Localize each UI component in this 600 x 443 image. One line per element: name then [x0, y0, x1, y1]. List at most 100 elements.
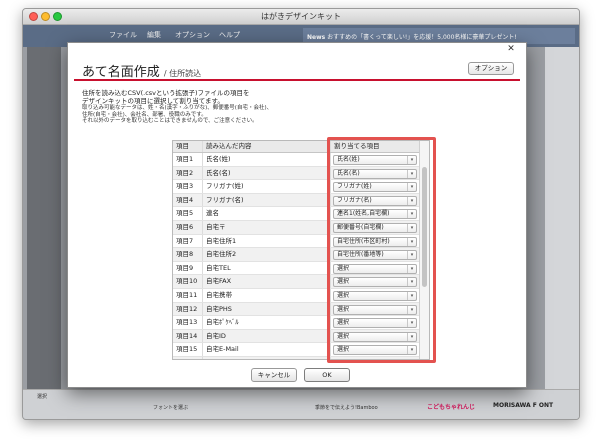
row-assign-cell: 選択 ▾: [331, 343, 419, 356]
chevron-down-icon[interactable]: ▾: [407, 292, 416, 300]
assign-dropdown-value: 選択: [337, 305, 350, 313]
assign-dropdown[interactable]: 氏名(姓) ▾: [333, 155, 417, 165]
table-row: 項目11 自宅携帯 選択 ▾: [173, 289, 429, 303]
assign-dropdown[interactable]: 選択▾: [333, 345, 417, 356]
chevron-down-icon[interactable]: ▾: [407, 224, 416, 232]
scrollbar-thumb[interactable]: [422, 167, 427, 287]
row-item-label: 項目6: [173, 221, 203, 234]
row-item-label: 項目12: [173, 302, 203, 316]
description-line: デザインキットの項目に選択して割り当てます。: [82, 97, 224, 105]
menu-help[interactable]: ヘルプ: [219, 30, 240, 40]
table-header: 項目 読み込んだ内容 割り当てる項目: [173, 141, 429, 153]
table-scrollbar[interactable]: [419, 141, 429, 359]
row-item-label: 項目2: [173, 166, 203, 180]
chevron-down-icon[interactable]: ▾: [407, 156, 416, 164]
row-assign-cell: 自宅住所(市区町村) ▾: [331, 235, 419, 248]
row-assign-cell: 郵便番号(自宅欄) ▾: [331, 221, 419, 234]
row-assign-cell: フリガナ(姓) ▾: [331, 180, 419, 193]
chevron-down-icon[interactable]: ▾: [407, 305, 416, 314]
address-import-dialog: ✕ あて名面作成 / 住所読込 オプション 住所を読み込むCSV(.csvという…: [67, 42, 527, 388]
assign-dropdown-value: 選択: [337, 319, 350, 327]
menu-edit[interactable]: 編集: [147, 30, 161, 40]
row-item-label: 項目15: [173, 343, 203, 356]
select-tab[interactable]: 選択: [37, 393, 47, 400]
row-item-label: 項目16: [173, 357, 203, 359]
assign-dropdown[interactable]: 選択 ▾: [333, 277, 417, 288]
assign-dropdown-value: 選択: [337, 264, 350, 272]
assign-dropdown[interactable]: 選択 ▾: [333, 318, 417, 329]
dialog-description: 住所を読み込むCSV(.csvという拡張子)ファイルの項目を デザインキットの項…: [82, 89, 272, 125]
assign-dropdown-value: 氏名(姓): [337, 156, 360, 163]
row-assign-cell: 選択 ▾: [331, 303, 419, 316]
assign-dropdown[interactable]: フリガナ(姓) ▾: [333, 182, 417, 193]
font-select-label[interactable]: フォントを選ぶ: [153, 404, 188, 411]
assign-dropdown[interactable]: フリガナ(名) ▾: [333, 195, 417, 206]
assign-dropdown[interactable]: 選択 ▾: [333, 331, 417, 342]
row-imported-content: フリガナ(名): [203, 193, 331, 207]
news-label: News: [307, 34, 326, 41]
assign-dropdown[interactable]: 選択 ▾: [333, 263, 417, 274]
chevron-down-icon[interactable]: ▾: [407, 346, 416, 355]
chevron-down-icon[interactable]: ▾: [407, 332, 416, 341]
menu-options[interactable]: オプション: [175, 30, 210, 40]
assign-dropdown[interactable]: 郵便番号(自宅欄) ▾: [333, 223, 417, 233]
row-item-label: 項目3: [173, 180, 203, 193]
table-row: 項目13 自宅ﾎﾟｹﾍﾞﾙ 選択 ▾: [173, 316, 429, 330]
assign-dropdown-value: 自宅住所(番地等): [337, 251, 384, 259]
table-row: 項目16自宅URL選択▾: [173, 357, 429, 360]
right-panel: [545, 47, 579, 419]
row-item-label: 項目8: [173, 248, 203, 261]
chevron-down-icon[interactable]: ▾: [407, 196, 416, 205]
row-imported-content: 自宅PHS: [203, 302, 331, 316]
chevron-down-icon[interactable]: ▾: [407, 278, 416, 287]
chevron-down-icon[interactable]: ▾: [407, 264, 416, 273]
chevron-down-icon[interactable]: ▾: [407, 169, 416, 178]
row-assign-cell: フリガナ(名) ▾: [331, 194, 419, 207]
header-item: 項目: [173, 141, 203, 152]
assign-dropdown[interactable]: 選択▾: [333, 291, 417, 301]
row-imported-content: 自宅携帯: [203, 289, 331, 302]
row-item-label: 項目11: [173, 289, 203, 302]
chevron-down-icon[interactable]: ▾: [407, 251, 416, 260]
table-row: 項目9 自宅TEL 選択 ▾: [173, 261, 429, 276]
row-imported-content: 自宅住所2: [203, 248, 331, 261]
row-item-label: 項目9: [173, 261, 203, 275]
table-row: 項目5 連名 連名1(姓名,自宅欄) ▾: [173, 207, 429, 221]
row-imported-content: 自宅FAX: [203, 275, 331, 288]
row-imported-content: 連名: [203, 207, 331, 220]
option-button[interactable]: オプション: [468, 62, 514, 75]
row-imported-content: 自宅住所1: [203, 234, 331, 248]
menu-file[interactable]: ファイル: [109, 30, 137, 40]
table-row: 項目4 フリガナ(名) フリガナ(名) ▾: [173, 193, 429, 208]
window-titlebar: はがきデザインキット: [23, 9, 579, 25]
header-assign: 割り当てる項目: [334, 142, 380, 150]
table-row: 項目15 自宅E-Mail 選択 ▾: [173, 343, 429, 357]
mapping-table: 項目 読み込んだ内容 割り当てる項目 項目1 氏名(姓) 氏名(姓) ▾ 項目2 氏名(名…: [172, 140, 430, 360]
assign-dropdown-value: 選択: [337, 332, 350, 340]
table-row: 項目14 自宅ID 選択 ▾: [173, 329, 429, 344]
title-divider: [74, 79, 520, 81]
assign-dropdown[interactable]: 連名1(姓名,自宅欄) ▾: [333, 209, 417, 220]
assign-dropdown[interactable]: 選択▾: [333, 359, 417, 360]
row-imported-content: 氏名(名): [203, 166, 331, 180]
close-icon[interactable]: ✕: [504, 43, 518, 55]
row-assign-cell: 選択 ▾: [331, 316, 419, 329]
chevron-down-icon[interactable]: ▾: [407, 210, 416, 219]
ok-button[interactable]: OK: [304, 368, 350, 382]
row-assign-cell: 選択 ▾: [331, 330, 419, 343]
assign-dropdown-value: 選択: [337, 278, 350, 286]
chevron-down-icon[interactable]: ▾: [407, 183, 416, 192]
assign-dropdown[interactable]: 自宅住所(番地等) ▾: [333, 250, 417, 261]
assign-dropdown-value: フリガナ(名): [337, 196, 372, 204]
chevron-down-icon[interactable]: ▾: [407, 237, 416, 246]
assign-dropdown[interactable]: 自宅住所(市区町村) ▾: [333, 236, 417, 247]
chevron-down-icon[interactable]: ▾: [407, 319, 416, 328]
description-line: 住所を読み込むCSV(.csvという拡張子)ファイルの項目を: [82, 89, 250, 97]
cancel-button[interactable]: キャンセル: [251, 368, 297, 382]
row-imported-content: 自宅〒: [203, 221, 331, 234]
assign-dropdown[interactable]: 選択 ▾: [333, 304, 417, 315]
row-assign-cell: 選択 ▾: [331, 275, 419, 288]
row-item-label: 項目7: [173, 234, 203, 248]
row-item-label: 項目4: [173, 193, 203, 207]
assign-dropdown[interactable]: 氏名(名) ▾: [333, 168, 417, 179]
